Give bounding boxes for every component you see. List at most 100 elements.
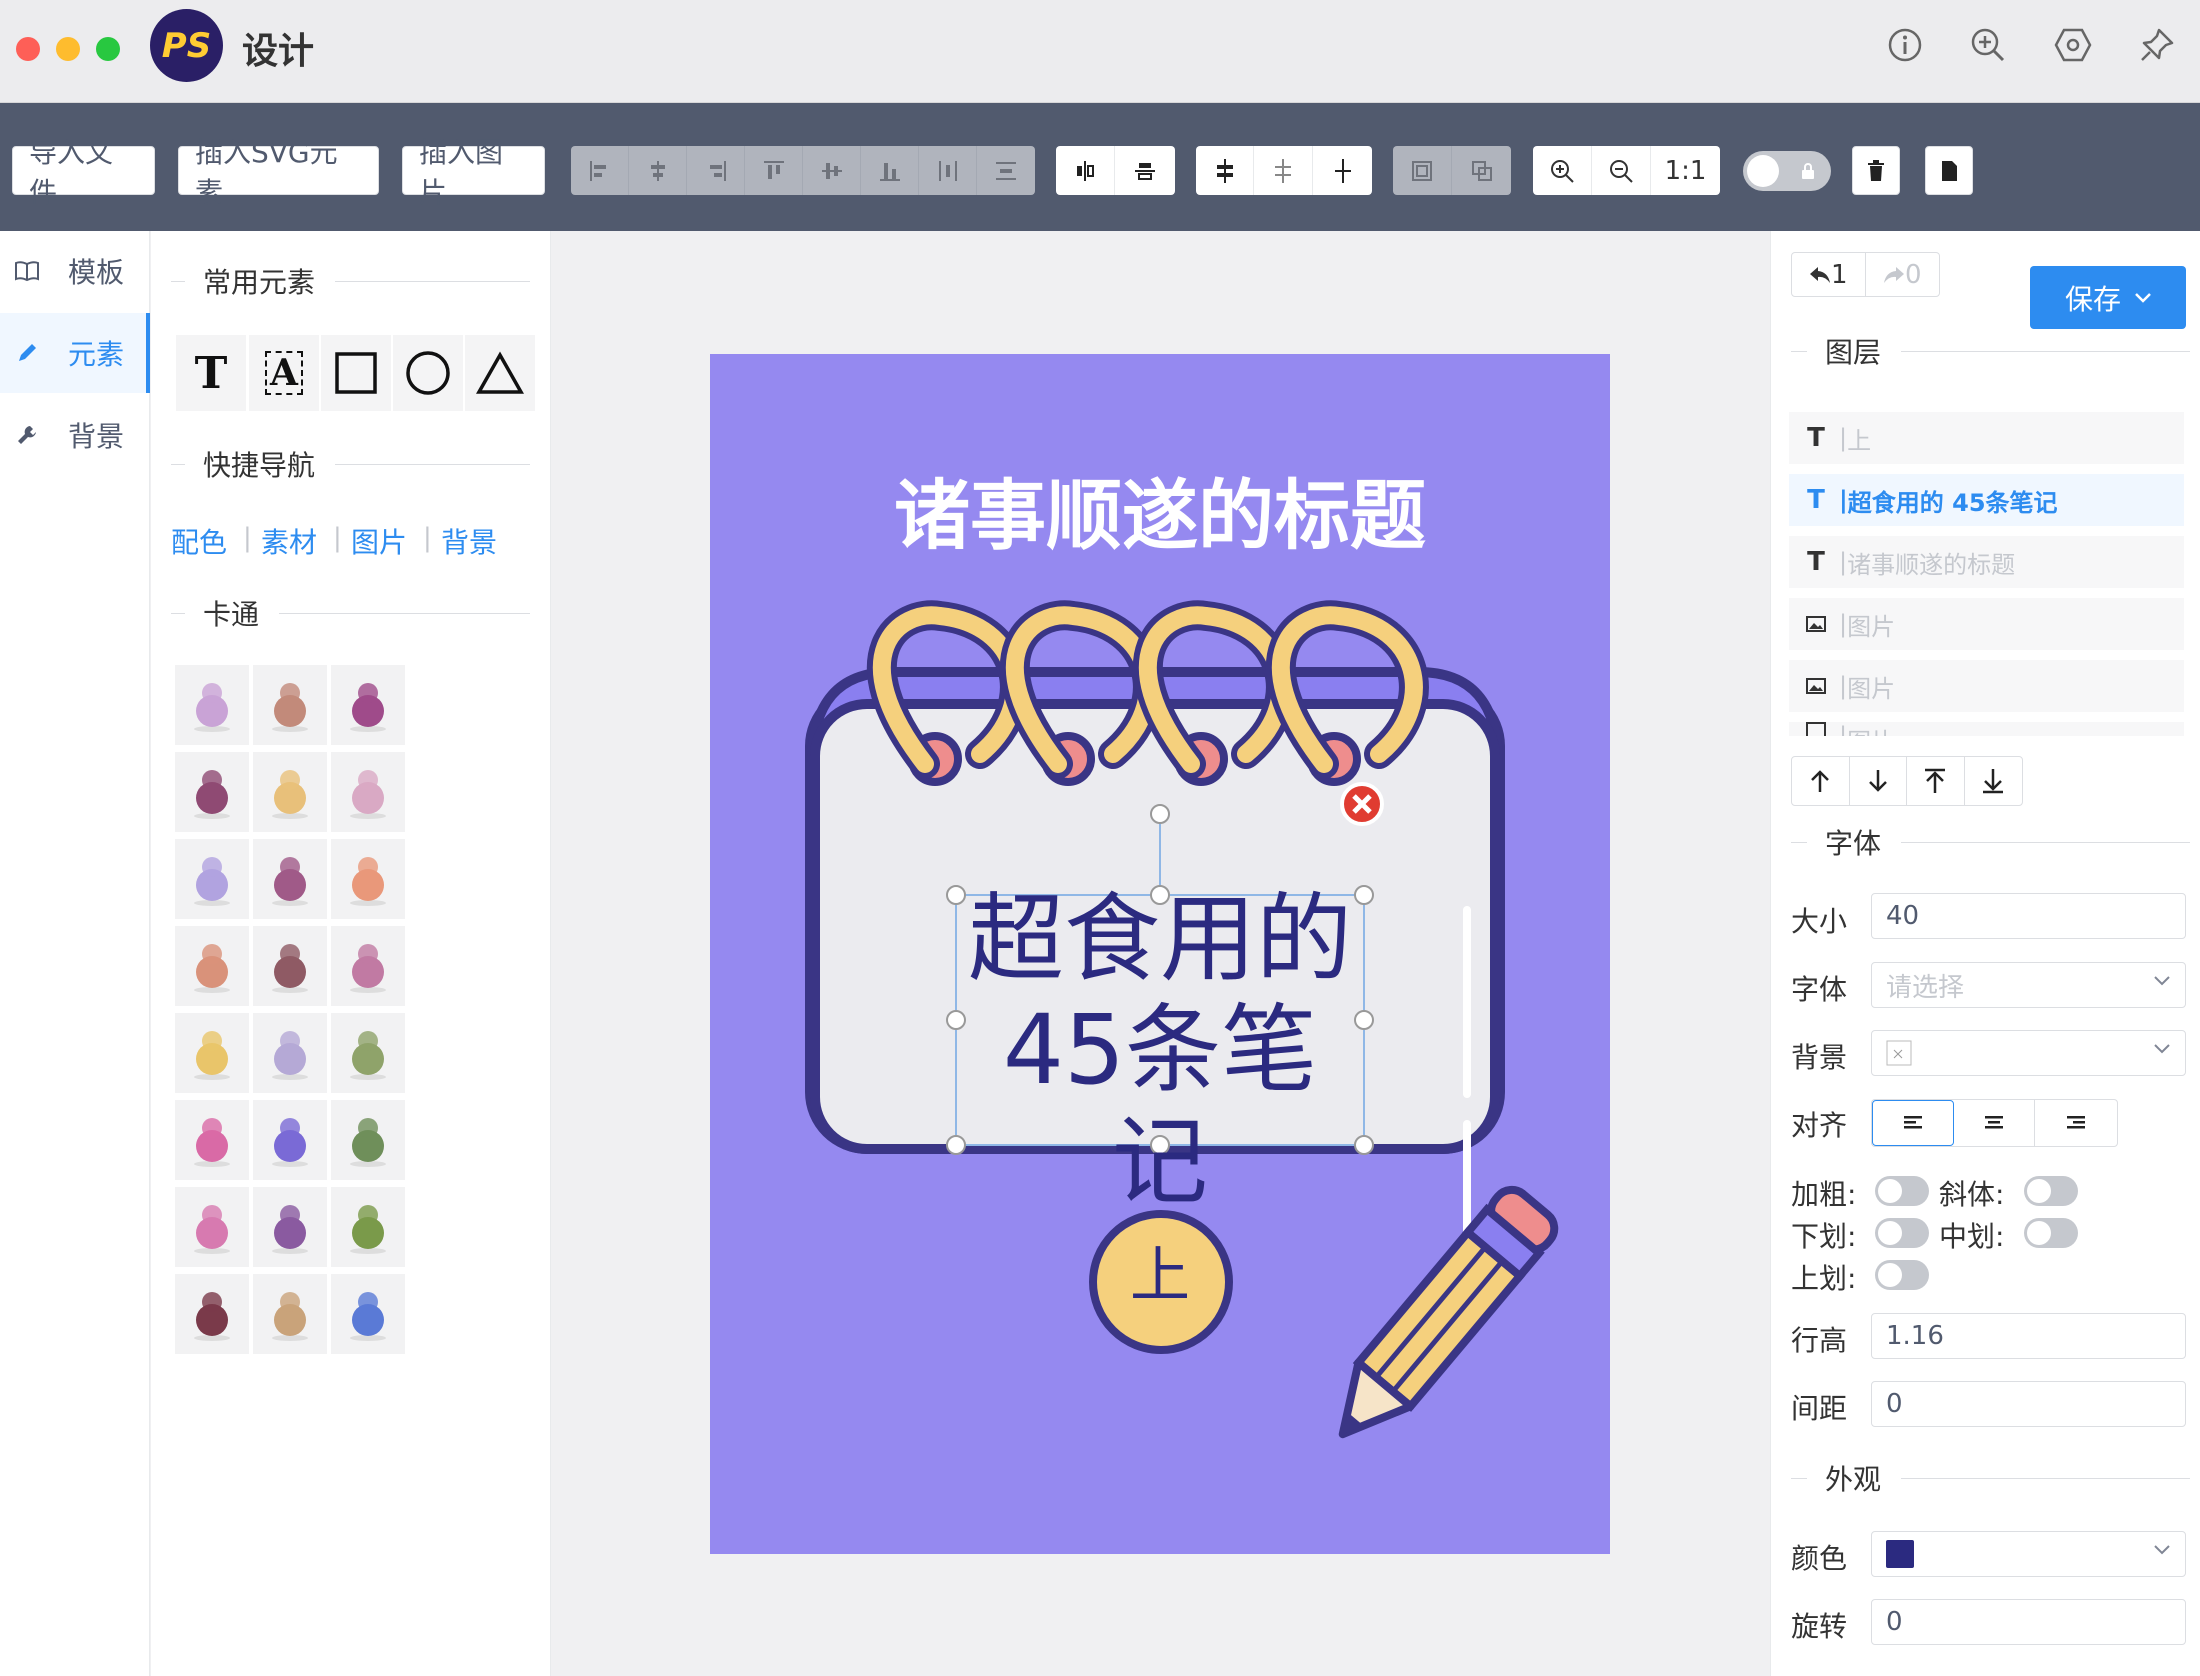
layer-item[interactable]: | 图片: [1789, 660, 2184, 712]
zoom-out-icon[interactable]: [1592, 146, 1651, 195]
insert-image-button[interactable]: 插入图片: [402, 136, 545, 209]
cartoon-tile[interactable]: [253, 839, 327, 919]
layer-item[interactable]: T | 诸事顺遂的标题: [1789, 536, 2184, 588]
rectangle-element-icon[interactable]: [321, 335, 391, 411]
cartoon-tile[interactable]: [331, 839, 405, 919]
align-bottom-icon[interactable]: [861, 146, 919, 195]
close-window-button[interactable]: [16, 37, 40, 61]
cartoon-tile[interactable]: [253, 665, 327, 745]
cartoon-tile[interactable]: [253, 1100, 327, 1180]
cartoon-tile[interactable]: [253, 1187, 327, 1267]
delete-button[interactable]: [1852, 146, 1900, 195]
cartoon-tile[interactable]: [175, 1100, 249, 1180]
cartoon-tile[interactable]: [175, 1187, 249, 1267]
send-backward-icon[interactable]: [1254, 146, 1313, 195]
undo-button[interactable]: 1: [1792, 253, 1866, 296]
color-select[interactable]: [1871, 1531, 2186, 1577]
text-align-left-icon[interactable]: [1872, 1100, 1954, 1146]
layer-top-icon[interactable]: [1907, 757, 1965, 805]
nav-item-background[interactable]: 背景: [0, 395, 150, 475]
poster-title[interactable]: 诸事顺遂的标题: [710, 454, 1610, 564]
lock-toggle[interactable]: [1743, 151, 1831, 191]
cartoon-tile[interactable]: [331, 665, 405, 745]
layer-item-selected[interactable]: T | 超食用的 45条笔记: [1789, 474, 2184, 526]
cartoon-tile[interactable]: [175, 665, 249, 745]
import-file-button[interactable]: 导入文件: [12, 136, 155, 209]
layer-down-icon[interactable]: [1850, 757, 1907, 805]
zoom-in-icon[interactable]: [1968, 25, 2008, 65]
cartoon-tile[interactable]: [253, 1274, 327, 1354]
cartoon-tile[interactable]: [175, 926, 249, 1006]
textbox-element-icon[interactable]: A: [249, 335, 319, 411]
cartoon-tile[interactable]: [331, 752, 405, 832]
nav-item-template[interactable]: 模板: [0, 231, 150, 311]
flip-horizontal-icon[interactable]: [1056, 146, 1115, 195]
strikethrough-switch[interactable]: [2024, 1218, 2078, 1248]
quicknav-color[interactable]: 配色: [171, 521, 227, 561]
insert-svg-button[interactable]: 插入SVG元素: [178, 136, 379, 209]
poster-tag[interactable]: 上: [1092, 1208, 1228, 1344]
underline-switch[interactable]: [1875, 1218, 1929, 1248]
triangle-element-icon[interactable]: [465, 335, 535, 411]
zoom-reset-button[interactable]: 1:1: [1651, 146, 1720, 195]
bold-switch[interactable]: [1875, 1176, 1929, 1206]
cartoon-tile[interactable]: [253, 926, 327, 1006]
align-left-icon[interactable]: [571, 146, 629, 195]
text-align-center-icon[interactable]: [1954, 1100, 2036, 1146]
ungroup-icon[interactable]: [1452, 146, 1511, 195]
maximize-window-button[interactable]: [96, 37, 120, 61]
background-color-select[interactable]: [1871, 1030, 2186, 1076]
cartoon-tile[interactable]: [331, 1013, 405, 1093]
zoom-in-button-icon[interactable]: [1533, 146, 1592, 195]
info-icon[interactable]: [1885, 25, 1925, 65]
size-input[interactable]: 40: [1871, 893, 2186, 939]
letter-spacing-input[interactable]: 0: [1871, 1381, 2186, 1427]
cartoon-tile[interactable]: [331, 1100, 405, 1180]
overline-switch[interactable]: [1875, 1260, 1929, 1290]
cartoon-tile[interactable]: [175, 1013, 249, 1093]
quicknav-background[interactable]: 背景: [441, 521, 497, 561]
poster-body-text[interactable]: 超食用的 45条笔记: [960, 883, 1360, 1218]
minimize-window-button[interactable]: [56, 37, 80, 61]
cartoon-tile[interactable]: [253, 752, 327, 832]
line-height-input[interactable]: 1.16: [1871, 1313, 2186, 1359]
layer-up-icon[interactable]: [1792, 757, 1850, 805]
layer-bottom-icon[interactable]: [1965, 757, 2023, 805]
redo-button[interactable]: 0: [1866, 253, 1940, 296]
cartoon-tile[interactable]: [253, 1013, 327, 1093]
pin-icon[interactable]: [2137, 25, 2177, 65]
center-layer-icon[interactable]: [1313, 146, 1372, 195]
cartoon-tile[interactable]: [331, 1274, 405, 1354]
flip-vertical-icon[interactable]: [1115, 146, 1175, 195]
align-right-icon[interactable]: [687, 146, 745, 195]
text-align-right-icon[interactable]: [2035, 1100, 2117, 1146]
align-center-h-icon[interactable]: [629, 146, 687, 195]
quicknav-assets[interactable]: 素材: [261, 521, 317, 561]
settings-icon[interactable]: [2053, 25, 2093, 65]
distribute-v-icon[interactable]: [977, 146, 1035, 195]
cartoon-tile[interactable]: [331, 926, 405, 1006]
rotate-input[interactable]: 0: [1871, 1599, 2186, 1645]
quicknav-images[interactable]: 图片: [351, 521, 407, 561]
cartoon-tile[interactable]: [175, 752, 249, 832]
layer-item[interactable]: T | 上: [1789, 412, 2184, 464]
align-middle-icon[interactable]: [803, 146, 861, 195]
circle-element-icon[interactable]: [393, 335, 463, 411]
poster-canvas[interactable]: 诸事顺遂的标题 超食用的 45条笔记 上: [710, 354, 1610, 1554]
layer-item[interactable]: | 图片: [1789, 722, 2184, 736]
italic-switch[interactable]: [2024, 1176, 2078, 1206]
undo-icon: [1809, 266, 1830, 283]
text-element-icon[interactable]: T: [176, 335, 246, 411]
font-family-select[interactable]: 请选择: [1871, 962, 2186, 1008]
bring-forward-icon[interactable]: [1196, 146, 1254, 195]
group-icon[interactable]: [1393, 146, 1452, 195]
cartoon-tile[interactable]: [175, 839, 249, 919]
align-top-icon[interactable]: [745, 146, 803, 195]
cartoon-tile[interactable]: [331, 1187, 405, 1267]
cartoon-tile[interactable]: [175, 1274, 249, 1354]
copy-button[interactable]: [1925, 146, 1973, 195]
save-button[interactable]: 保存: [2030, 266, 2186, 329]
layer-item[interactable]: | 图片: [1789, 598, 2184, 650]
nav-item-elements[interactable]: 元素: [0, 313, 150, 393]
distribute-h-icon[interactable]: [919, 146, 977, 195]
